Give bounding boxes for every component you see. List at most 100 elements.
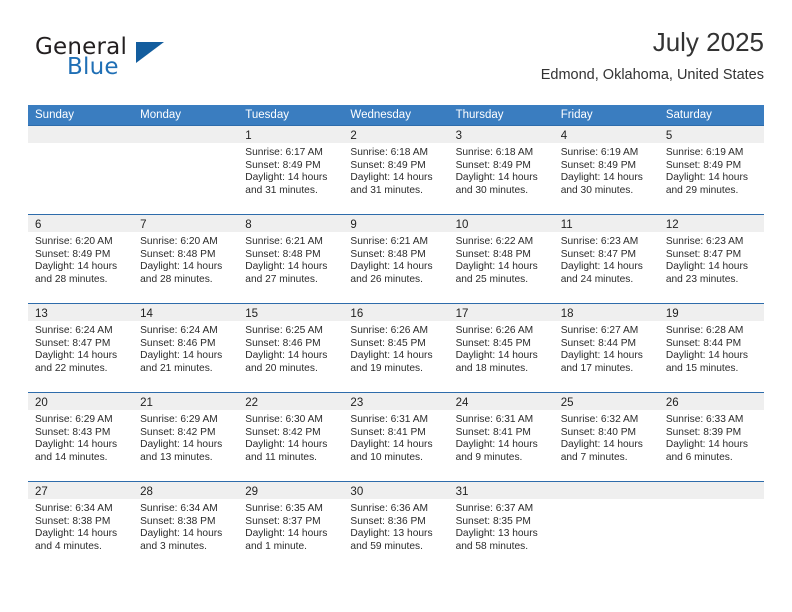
day-details: Sunrise: 6:34 AM Sunset: 8:38 PM Daylight:… <box>133 499 238 553</box>
day-cell[interactable]: 31 Sunrise: 6:37 AM Sunset: 8:35 PM Dayligh… <box>448 481 554 570</box>
day-detail-line: and 13 minutes. <box>140 451 213 463</box>
day-cell[interactable]: 11 Sunrise: 6:23 AM Sunset: 8:47 PM Dayligh… <box>553 214 659 303</box>
day-details: Sunrise: 6:37 AM Sunset: 8:35 PM Daylight:… <box>449 499 554 553</box>
day-detail-line: and 20 minutes. <box>245 362 318 374</box>
day-cell[interactable]: 6 Sunrise: 6:20 AM Sunset: 8:49 PM Daylight… <box>28 214 134 303</box>
day-number-band <box>133 126 239 143</box>
day-number: 6 <box>35 219 42 231</box>
day-details: Sunrise: 6:31 AM Sunset: 8:41 PM Daylight:… <box>449 410 554 464</box>
day-number: 23 <box>350 397 364 409</box>
day-detail-line: and 1 minute. <box>245 540 308 552</box>
day-detail-line: Daylight: 14 hours <box>560 261 643 273</box>
day-cell[interactable]: 21 Sunrise: 6:29 AM Sunset: 8:42 PM Dayligh… <box>133 392 239 481</box>
day-cell[interactable]: 23 Sunrise: 6:31 AM Sunset: 8:41 PM Dayligh… <box>343 392 449 481</box>
day-detail-line: Sunrise: 6:17 AM <box>245 147 323 158</box>
day-detail-line: Sunset: 8:35 PM <box>455 515 531 527</box>
day-detail-line: Daylight: 14 hours <box>140 439 223 451</box>
day-detail-line: Sunset: 8:48 PM <box>140 248 216 260</box>
day-cell[interactable]: 17 Sunrise: 6:26 AM Sunset: 8:45 PM Dayligh… <box>448 303 554 392</box>
day-cell[interactable]: 7 Sunrise: 6:20 AM Sunset: 8:48 PM Daylight… <box>133 214 239 303</box>
day-number-band: 7 <box>133 215 239 232</box>
weekday-header-sunday: Sunday <box>35 109 75 121</box>
day-details: Sunrise: 6:30 AM Sunset: 8:42 PM Daylight:… <box>238 410 343 464</box>
day-detail-line: Sunrise: 6:31 AM <box>455 414 534 425</box>
day-detail-line: Sunset: 8:47 PM <box>560 248 637 260</box>
day-details: Sunrise: 6:27 AM Sunset: 8:44 PM Daylight:… <box>554 321 659 375</box>
day-detail-line: and 28 minutes. <box>140 273 213 285</box>
day-cell[interactable]: 15 Sunrise: 6:25 AM Sunset: 8:46 PM Dayligh… <box>238 303 344 392</box>
day-detail-line: Sunrise: 6:25 AM <box>245 325 323 336</box>
day-cell[interactable]: 9 Sunrise: 6:21 AM Sunset: 8:48 PM Daylight… <box>343 214 449 303</box>
day-detail-line: and 23 minutes. <box>665 273 739 285</box>
day-number: 26 <box>665 397 679 409</box>
day-number-band: 9 <box>343 215 449 232</box>
day-number-band: 5 <box>658 126 764 143</box>
day-detail-line: Sunrise: 6:21 AM <box>245 236 323 247</box>
day-cell[interactable]: 16 Sunrise: 6:26 AM Sunset: 8:45 PM Dayligh… <box>343 303 449 392</box>
day-cell[interactable]: 26 Sunrise: 6:33 AM Sunset: 8:39 PM Dayligh… <box>658 392 764 481</box>
day-cell[interactable]: 12 Sunrise: 6:23 AM Sunset: 8:47 PM Dayligh… <box>658 214 764 303</box>
day-cell-empty <box>133 125 239 214</box>
day-cell[interactable]: 2 Sunrise: 6:18 AM Sunset: 8:49 PM Daylight… <box>343 125 449 214</box>
day-cell[interactable]: 27 Sunrise: 6:34 AM Sunset: 8:38 PM Dayligh… <box>28 481 134 570</box>
day-cell[interactable]: 19 Sunrise: 6:28 AM Sunset: 8:44 PM Dayligh… <box>658 303 764 392</box>
day-number: 1 <box>245 130 252 142</box>
day-number: 14 <box>140 308 153 320</box>
day-detail-line: and 10 minutes. <box>350 451 423 463</box>
day-detail-line: Daylight: 14 hours <box>560 350 643 362</box>
day-number: 12 <box>665 219 679 231</box>
day-cell[interactable]: 29 Sunrise: 6:35 AM Sunset: 8:37 PM Dayligh… <box>238 481 344 570</box>
day-details: Sunrise: 6:29 AM Sunset: 8:42 PM Daylight:… <box>133 410 238 464</box>
day-cell[interactable]: 28 Sunrise: 6:34 AM Sunset: 8:38 PM Dayligh… <box>133 481 239 570</box>
day-number-band <box>28 126 134 143</box>
day-detail-line: Sunset: 8:49 PM <box>455 159 531 171</box>
day-cell[interactable]: 3 Sunrise: 6:18 AM Sunset: 8:49 PM Daylight… <box>448 125 554 214</box>
day-number: 24 <box>455 397 469 409</box>
day-cell[interactable]: 14 Sunrise: 6:24 AM Sunset: 8:46 PM Dayligh… <box>133 303 239 392</box>
day-number: 7 <box>140 219 147 231</box>
day-number: 8 <box>245 219 252 231</box>
day-cell[interactable]: 22 Sunrise: 6:30 AM Sunset: 8:42 PM Dayligh… <box>238 392 344 481</box>
day-detail-line: Daylight: 14 hours <box>665 439 748 451</box>
day-details: Sunrise: 6:21 AM Sunset: 8:48 PM Daylight:… <box>238 232 343 286</box>
day-detail-line: Sunrise: 6:18 AM <box>455 147 534 158</box>
day-number-band: 28 <box>133 482 239 499</box>
day-detail-line: Sunrise: 6:31 AM <box>350 414 429 425</box>
day-details: Sunrise: 6:25 AM Sunset: 8:46 PM Daylight:… <box>238 321 343 375</box>
day-details: Sunrise: 6:20 AM Sunset: 8:49 PM Daylight:… <box>28 232 133 286</box>
day-cell-empty <box>658 481 764 570</box>
day-cell[interactable]: 20 Sunrise: 6:29 AM Sunset: 8:43 PM Dayligh… <box>28 392 134 481</box>
day-number-band: 12 <box>658 215 764 232</box>
weekday-header-saturday: Saturday <box>665 109 712 121</box>
general-blue-logo: General Blue <box>35 34 235 90</box>
day-cell[interactable]: 18 Sunrise: 6:27 AM Sunset: 8:44 PM Dayligh… <box>553 303 659 392</box>
day-detail-line: and 25 minutes. <box>455 273 529 285</box>
day-number-band: 13 <box>28 304 134 321</box>
day-cell[interactable]: 5 Sunrise: 6:19 AM Sunset: 8:49 PM Daylight… <box>658 125 764 214</box>
day-detail-line: Sunrise: 6:26 AM <box>455 325 534 336</box>
day-cell[interactable]: 1 Sunrise: 6:17 AM Sunset: 8:49 PM Daylight… <box>238 125 344 214</box>
day-cell[interactable]: 25 Sunrise: 6:32 AM Sunset: 8:40 PM Dayligh… <box>553 392 659 481</box>
day-detail-line: Sunrise: 6:33 AM <box>665 414 744 425</box>
day-detail-line: Daylight: 14 hours <box>350 172 433 184</box>
day-cell[interactable]: 8 Sunrise: 6:21 AM Sunset: 8:48 PM Daylight… <box>238 214 344 303</box>
day-detail-line: and 27 minutes. <box>245 273 318 285</box>
day-detail-line: Daylight: 14 hours <box>350 439 433 451</box>
day-number: 18 <box>560 308 574 320</box>
day-cell[interactable]: 30 Sunrise: 6:36 AM Sunset: 8:36 PM Dayligh… <box>343 481 449 570</box>
day-cell[interactable]: 24 Sunrise: 6:31 AM Sunset: 8:41 PM Dayligh… <box>448 392 554 481</box>
day-number-band: 8 <box>238 215 344 232</box>
day-detail-line: Sunset: 8:48 PM <box>245 248 321 260</box>
day-details: Sunrise: 6:26 AM Sunset: 8:45 PM Daylight:… <box>343 321 448 375</box>
day-detail-line: Sunrise: 6:27 AM <box>560 325 639 336</box>
day-cell[interactable]: 4 Sunrise: 6:19 AM Sunset: 8:49 PM Daylight… <box>553 125 659 214</box>
day-cell[interactable]: 10 Sunrise: 6:22 AM Sunset: 8:48 PM Dayligh… <box>448 214 554 303</box>
day-detail-line: Daylight: 13 hours <box>455 528 538 540</box>
day-detail-line: Daylight: 14 hours <box>455 439 538 451</box>
day-detail-line: and 22 minutes. <box>35 362 108 374</box>
day-number: 21 <box>140 397 153 409</box>
day-cell[interactable]: 13 Sunrise: 6:24 AM Sunset: 8:47 PM Dayligh… <box>28 303 134 392</box>
day-detail-line: Daylight: 14 hours <box>665 350 748 362</box>
day-detail-line: Sunset: 8:47 PM <box>35 337 111 349</box>
day-number: 3 <box>455 130 462 142</box>
